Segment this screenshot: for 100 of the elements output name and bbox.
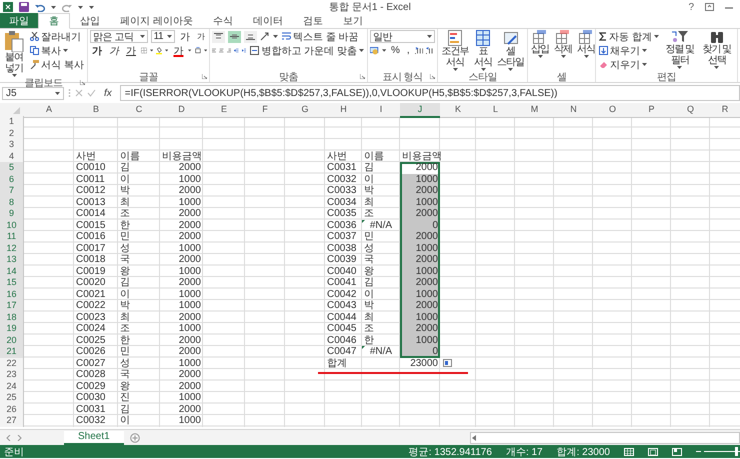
table-cell[interactable]: C0017 xyxy=(74,242,118,254)
row-header[interactable]: 17 xyxy=(0,300,24,312)
table-cell[interactable]: 이 xyxy=(118,288,160,300)
table-cell[interactable]: C0037 xyxy=(325,231,362,242)
row-header[interactable]: 10 xyxy=(0,220,24,231)
table-cell[interactable]: 이 xyxy=(118,415,160,426)
table-cell[interactable]: 1000 xyxy=(160,242,203,254)
merge-center-button[interactable]: 병합하고 가운데 맞춤 xyxy=(249,44,365,57)
conditional-format-button[interactable]: 조건부 서식 xyxy=(440,30,470,71)
underline-button[interactable]: 가 xyxy=(124,44,138,57)
table-cell[interactable]: 2000 xyxy=(160,380,203,392)
ribbon-tab[interactable]: 페이지 레이아웃 xyxy=(110,13,203,28)
table-cell[interactable]: C0019 xyxy=(74,266,118,277)
column-header[interactable]: R xyxy=(710,103,740,118)
row-header[interactable]: 5 xyxy=(0,162,24,174)
table-cell[interactable]: C0018 xyxy=(74,254,118,266)
table-cell[interactable]: 최 xyxy=(362,312,400,323)
row-header[interactable]: 21 xyxy=(0,346,24,358)
table-cell[interactable]: C0044 xyxy=(325,312,362,323)
comma-button[interactable]: , xyxy=(404,44,412,57)
table-cell[interactable]: 2000 xyxy=(160,404,203,415)
table-cell[interactable]: C0039 xyxy=(325,254,362,266)
table-cell[interactable]: C0011 xyxy=(74,174,118,185)
row-header[interactable]: 19 xyxy=(0,323,24,334)
table-cell[interactable]: C0036 xyxy=(325,220,362,231)
bold-button[interactable]: 가 xyxy=(90,44,104,57)
table-cell[interactable]: 1000 xyxy=(400,334,440,346)
table-cell[interactable]: C0028 xyxy=(74,369,118,380)
table-cell[interactable]: #N/A xyxy=(362,346,400,358)
table-cell[interactable]: 1000 xyxy=(400,242,440,254)
row-header[interactable]: 20 xyxy=(0,334,24,346)
table-cell[interactable]: C0043 xyxy=(325,300,362,312)
table-cell[interactable]: 박 xyxy=(118,300,160,312)
table-cell[interactable]: 왕 xyxy=(362,266,400,277)
table-cell[interactable]: 2000 xyxy=(160,369,203,380)
cell-styles-button[interactable]: 셀 스타일 xyxy=(496,30,525,71)
row-header[interactable]: 13 xyxy=(0,254,24,266)
row-header[interactable]: 1 xyxy=(0,116,24,128)
table-cell[interactable]: C0021 xyxy=(74,288,118,300)
row-header[interactable]: 4 xyxy=(0,150,24,162)
formula-field[interactable]: =IF(ISERROR(VLOOKUP(H5,$B$5:$D$257,3,FALSE)),0,VLOOKUP(H5,$B$5:$D$257,3,FALSE)) xyxy=(120,85,740,101)
table-cell[interactable]: 왕 xyxy=(118,266,160,277)
wrap-text-button[interactable]: 텍스트 줄 바꿈 xyxy=(281,30,360,43)
table-cell[interactable]: C0012 xyxy=(74,185,118,196)
row-header[interactable]: 9 xyxy=(0,208,24,220)
row-header[interactable]: 2 xyxy=(0,128,24,139)
font-size-field[interactable]: 11 xyxy=(150,30,175,43)
fill-button[interactable]: 채우기 xyxy=(598,44,660,57)
table-cell[interactable]: 2000 xyxy=(160,208,203,220)
row-header[interactable]: 3 xyxy=(0,139,24,150)
table-cell[interactable]: 진 xyxy=(118,392,160,404)
row-header[interactable]: 11 xyxy=(0,231,24,242)
table-cell[interactable]: 한 xyxy=(362,334,400,346)
table-cell[interactable]: 한 xyxy=(118,220,160,231)
table-cell[interactable]: C0027 xyxy=(74,358,118,370)
table-cell[interactable]: 2000 xyxy=(160,162,203,174)
table-cell[interactable]: 2000 xyxy=(400,208,440,220)
table-cell[interactable]: C0014 xyxy=(74,208,118,220)
row-header[interactable]: 25 xyxy=(0,392,24,404)
table-cell[interactable]: 민 xyxy=(118,346,160,358)
table-cell[interactable]: 합계 xyxy=(325,358,362,370)
table-cell[interactable]: C0031 xyxy=(325,162,362,174)
table-cell[interactable]: 2000 xyxy=(160,185,203,196)
table-cell[interactable]: 2000 xyxy=(400,185,440,196)
row-header[interactable]: 6 xyxy=(0,174,24,185)
table-cell[interactable]: C0020 xyxy=(74,277,118,288)
table-cell[interactable]: 2000 xyxy=(400,231,440,242)
table-cell[interactable]: C0031 xyxy=(74,404,118,415)
table-cell[interactable]: 2000 xyxy=(160,312,203,323)
clear-button[interactable]: 지우기 xyxy=(598,58,660,71)
table-cell[interactable]: 조 xyxy=(362,208,400,220)
table-cell[interactable]: 국 xyxy=(118,254,160,266)
column-header[interactable]: N xyxy=(554,103,593,118)
table-cell[interactable]: 비용금액 xyxy=(400,150,440,162)
table-cell[interactable]: 1000 xyxy=(400,312,440,323)
table-cell[interactable]: 민 xyxy=(362,231,400,242)
table-cell[interactable]: C0032 xyxy=(325,174,362,185)
row-header[interactable]: 26 xyxy=(0,404,24,415)
column-header[interactable]: I xyxy=(362,103,400,118)
table-cell[interactable]: 1000 xyxy=(400,174,440,185)
number-format-field[interactable]: 일반 xyxy=(370,30,435,43)
table-cell[interactable]: 2000 xyxy=(400,254,440,266)
table-cell[interactable]: 성 xyxy=(118,242,160,254)
table-cell[interactable]: C0041 xyxy=(325,277,362,288)
font-name-field[interactable]: 맑은 고딕 xyxy=(90,30,148,43)
copy-button[interactable]: 복사 xyxy=(29,44,85,57)
sort-filter-button[interactable]: 정렬 및 필터 xyxy=(662,30,697,69)
table-cell[interactable]: 0 xyxy=(400,220,440,231)
column-header[interactable]: K xyxy=(440,103,476,118)
cut-button[interactable]: 잘라내기 xyxy=(29,30,85,43)
name-box[interactable]: J5 xyxy=(2,86,64,100)
table-cell[interactable]: 1000 xyxy=(160,323,203,334)
table-cell[interactable]: 2000 xyxy=(160,334,203,346)
ribbon-tab[interactable]: 삽입 xyxy=(70,13,110,28)
column-header[interactable]: D xyxy=(160,103,203,118)
format-table-button[interactable]: 표 서식 xyxy=(473,30,493,71)
table-cell[interactable]: C0047 xyxy=(325,346,362,358)
help-button[interactable]: ? xyxy=(687,0,695,14)
table-cell[interactable]: C0033 xyxy=(325,185,362,196)
insert-cells-button[interactable]: 삽입 xyxy=(530,30,550,58)
